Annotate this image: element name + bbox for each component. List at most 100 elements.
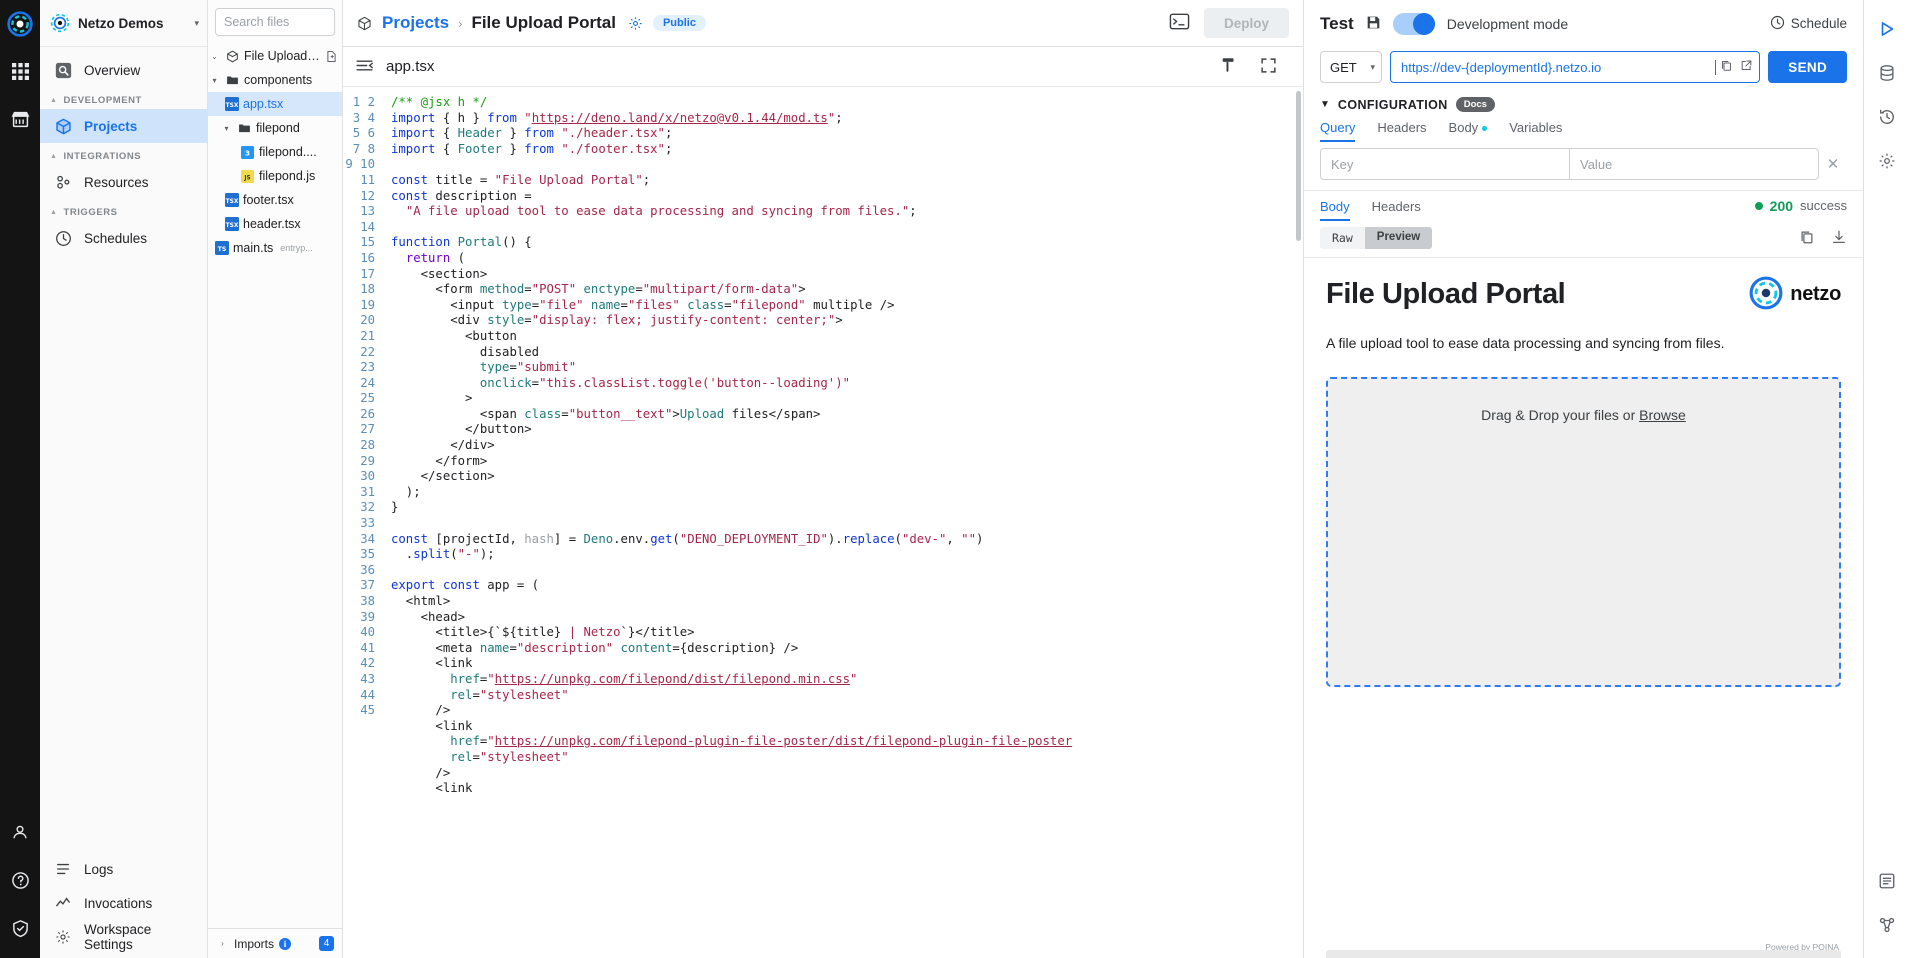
imports-bar[interactable]: › Imports i 4 xyxy=(208,928,342,958)
copy-icon[interactable] xyxy=(1720,59,1733,75)
search-files-input[interactable] xyxy=(215,8,335,36)
status-badge: 200 success xyxy=(1754,198,1847,221)
apps-grid-icon[interactable] xyxy=(0,47,40,95)
user-avatar-icon[interactable] xyxy=(0,808,40,856)
configuration-section-header[interactable]: ▼ CONFIGURATION Docs xyxy=(1304,93,1863,112)
breadcrumb-projects[interactable]: Projects xyxy=(382,13,449,33)
view-mode-preview[interactable]: Preview xyxy=(1364,227,1433,249)
http-method-select[interactable]: GET ▾ xyxy=(1320,51,1382,83)
history-icon[interactable] xyxy=(1868,98,1906,136)
marketplace-icon[interactable] xyxy=(0,95,40,143)
development-mode-toggle[interactable] xyxy=(1392,12,1435,35)
sidebar-item-invocations[interactable]: Invocations xyxy=(40,886,207,920)
open-external-icon[interactable] xyxy=(1740,59,1753,75)
dropzone-label: Drag & Drop your files or xyxy=(1481,407,1640,423)
chevron-down-icon[interactable]: ▾ xyxy=(194,18,199,29)
tree-item-label: File Upload ... xyxy=(244,49,321,63)
tree-item-filepond-folder[interactable]: ▾ filepond xyxy=(208,116,342,140)
sidebar-item-overview[interactable]: Overview xyxy=(40,53,207,87)
tab-response-body[interactable]: Body xyxy=(1320,197,1350,221)
chevron-down-icon[interactable]: ▾ xyxy=(220,124,233,133)
format-icon[interactable] xyxy=(1220,56,1238,77)
project-cube-icon xyxy=(357,14,372,33)
tree-item-main-ts[interactable]: TS main.ts entryp... xyxy=(208,236,342,260)
send-button[interactable]: SEND xyxy=(1768,51,1847,83)
chevron-down-icon[interactable]: ▾ xyxy=(208,76,221,85)
tree-item-footer-tsx[interactable]: TSX footer.tsx xyxy=(208,188,342,212)
copy-icon[interactable] xyxy=(1799,229,1815,248)
tree-item-header-tsx[interactable]: TSX header.tsx xyxy=(208,212,342,236)
database-icon[interactable] xyxy=(1868,54,1906,92)
configuration-label: CONFIGURATION xyxy=(1337,97,1448,112)
tab-query[interactable]: Query xyxy=(1320,120,1356,142)
query-key-input[interactable] xyxy=(1320,148,1569,180)
chevron-up-icon: ▲ xyxy=(50,153,58,160)
file-dropzone[interactable]: Drag & Drop your files or Browse xyxy=(1326,377,1841,687)
editor-scrollbar[interactable] xyxy=(1294,87,1303,958)
chevron-right-icon: › xyxy=(458,15,463,31)
logs-icon xyxy=(52,861,74,877)
file-explorer: ⌄ File Upload ... ▾ compon xyxy=(208,0,343,958)
sidebar-group-triggers[interactable]: ▲ TRIGGERS xyxy=(40,199,207,221)
sidebar-item-projects[interactable]: Projects xyxy=(40,109,207,143)
sidebar-item-schedules[interactable]: Schedules xyxy=(40,221,207,255)
resources-nodes-icon xyxy=(52,174,74,191)
play-icon[interactable] xyxy=(1868,10,1906,48)
new-file-icon[interactable] xyxy=(325,50,338,63)
sidebar-item-logs[interactable]: Logs xyxy=(40,852,207,886)
sidebar-item-workspace-settings[interactable]: Workspace Settings xyxy=(40,920,207,954)
tab-label: Query xyxy=(1320,120,1356,135)
save-icon[interactable] xyxy=(1366,15,1381,33)
tree-item-app-tsx[interactable]: TSX app.tsx xyxy=(208,92,342,116)
close-icon[interactable]: ✕ xyxy=(1819,155,1847,173)
org-logo-icon xyxy=(50,13,70,33)
svg-text:3: 3 xyxy=(245,148,250,157)
tree-item-project[interactable]: ⌄ File Upload ... xyxy=(208,44,342,68)
tab-label: Headers xyxy=(1371,199,1421,214)
code-content[interactable]: /** @jsx h */ import { h } from "https:/… xyxy=(381,87,1303,958)
shield-icon[interactable] xyxy=(0,904,40,952)
svg-text:TSX: TSX xyxy=(225,103,238,109)
request-tabs: Query Headers Body Variables xyxy=(1304,112,1863,142)
tree-item-filepond-css[interactable]: 3 filepond.... xyxy=(208,140,342,164)
sidebar-group-development[interactable]: ▲ DEVELOPMENT xyxy=(40,87,207,109)
chevron-down-icon[interactable]: ⌄ xyxy=(208,52,221,61)
docs-button[interactable]: Docs xyxy=(1455,97,1495,112)
view-mode-raw[interactable]: Raw xyxy=(1320,227,1365,249)
tab-body[interactable]: Body xyxy=(1449,120,1488,142)
dropzone-browse-link[interactable]: Browse xyxy=(1639,407,1686,423)
query-value-input[interactable] xyxy=(1569,148,1819,180)
chevron-right-icon: › xyxy=(221,939,224,948)
tree-item-filepond-js[interactable]: JS filepond.js xyxy=(208,164,342,188)
help-icon[interactable] xyxy=(0,856,40,904)
org-switcher[interactable]: Netzo Demos ▾ xyxy=(40,0,207,47)
text-caret xyxy=(1715,59,1717,75)
svg-text:TSX: TSX xyxy=(225,223,238,229)
status-text: success xyxy=(1800,198,1847,213)
download-icon[interactable] xyxy=(1831,229,1847,248)
env-icon[interactable] xyxy=(1868,862,1906,900)
deploy-button[interactable]: Deploy xyxy=(1203,8,1289,38)
sidebar-item-label: Overview xyxy=(84,62,141,78)
sidebar-group-integrations[interactable]: ▲ INTEGRATIONS xyxy=(40,143,207,165)
gear-icon[interactable] xyxy=(628,16,643,31)
sidebar-item-label: Schedules xyxy=(84,230,148,246)
breadcrumb: Projects › File Upload Portal xyxy=(382,13,616,33)
request-url-input[interactable]: https://dev-{deploymentId}.netzo.io xyxy=(1390,51,1761,83)
settings-gear-icon[interactable] xyxy=(1868,142,1906,180)
visibility-badge[interactable]: Public xyxy=(652,15,706,31)
tab-response-headers[interactable]: Headers xyxy=(1372,197,1421,221)
code-viewport[interactable]: 1 2 3 4 5 6 7 8 9 10 11 12 13 14 15 16 1… xyxy=(343,87,1303,958)
invocations-icon xyxy=(52,895,74,911)
tab-variables[interactable]: Variables xyxy=(1509,120,1562,142)
terminal-icon[interactable] xyxy=(1169,11,1190,35)
tab-headers[interactable]: Headers xyxy=(1377,120,1426,142)
project-cube-icon xyxy=(225,50,240,63)
graph-icon[interactable] xyxy=(1868,906,1906,944)
sidebar-item-resources[interactable]: Resources xyxy=(40,165,207,199)
tree-item-components[interactable]: ▾ components xyxy=(208,68,342,92)
fullscreen-icon[interactable] xyxy=(1260,57,1277,77)
schedule-button[interactable]: Schedule xyxy=(1770,15,1847,33)
netzo-logo-icon[interactable] xyxy=(0,0,40,47)
collapse-sidebar-icon[interactable] xyxy=(355,56,374,78)
